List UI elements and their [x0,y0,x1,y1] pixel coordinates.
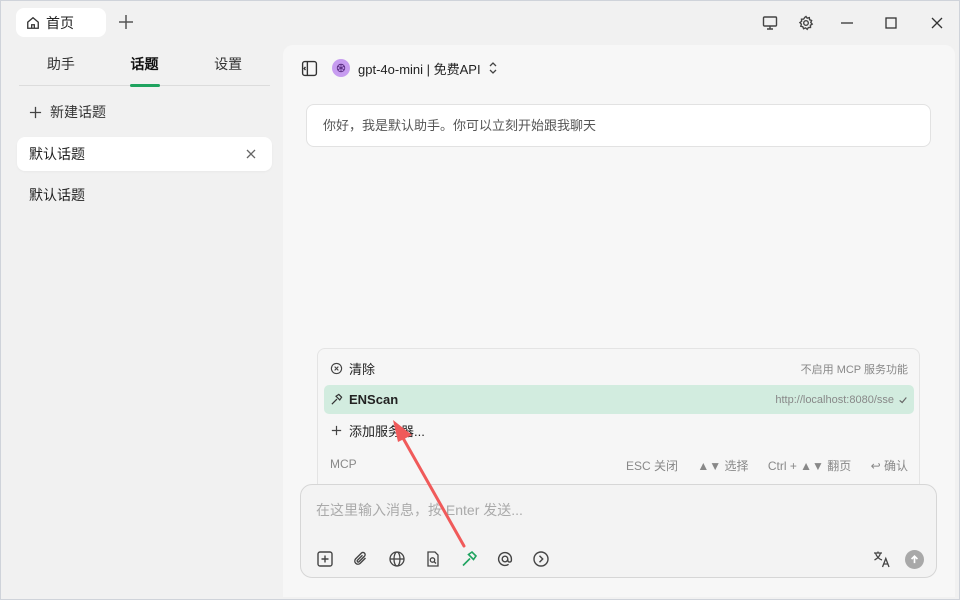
plus-icon [29,106,42,118]
hint-esc: ESC 关闭 [626,459,679,473]
close-icon [931,17,943,29]
paperclip-icon [354,551,366,565]
clear-circle-icon [330,362,343,375]
maximize-icon [885,17,897,29]
attach-button[interactable] [351,549,371,569]
add-tab-button[interactable] [116,12,136,32]
mcp-server-name: ENScan [349,392,399,407]
model-selector[interactable]: gpt-4o-mini | 免费API [358,59,481,78]
topic-label: 默认话题 [29,146,85,162]
minimize-icon [841,22,853,24]
at-icon [497,551,513,567]
chevron-updown-icon[interactable] [487,61,499,75]
tab-settings[interactable]: 设置 [186,45,270,85]
close-icon[interactable] [244,147,258,161]
file-search-icon [427,551,439,567]
monitor-icon [762,16,778,30]
home-tab-label: 首页 [46,14,74,31]
tab-assistant[interactable]: 助手 [19,45,103,85]
mcp-add-server-label: 添加服务器... [349,424,425,439]
close-window-button[interactable] [927,13,947,33]
gear-icon [798,15,814,31]
sidebar: 助手 话题 设置 新建话题 默认话题 默认话题 [1,45,283,600]
topic-item[interactable]: 默认话题 [17,178,272,212]
settings-button[interactable] [796,13,816,33]
model-logo-icon [332,59,350,77]
hammer-icon [462,550,478,567]
web-search-button[interactable] [387,549,407,569]
mcp-server-url: http://localhost:8080/sse [775,393,894,406]
maximize-button[interactable] [881,13,901,33]
send-button[interactable] [905,550,924,569]
topic-label: 默认话题 [29,187,85,203]
hint-confirm: ↩ 确认 [870,459,908,473]
home-tab[interactable]: 首页 [16,8,106,37]
sidebar-toggle-icon[interactable] [301,60,318,77]
hammer-icon [331,393,343,405]
mcp-add-server-item[interactable]: 添加服务器... [324,416,914,445]
arrow-up-icon [910,554,919,564]
app-window: 首页 助手 话题 设置 新建话题 默认话题 默认话题 gpt-4o-mini |… [0,0,960,600]
mcp-popup: 清除 不启用 MCP 服务功能 ENScan http://localhost:… [317,348,920,486]
translate-icon [874,551,890,568]
mcp-clear-label: 清除 [349,362,376,377]
input-toolbar [315,549,551,569]
plus-icon [119,15,133,29]
monitor-button[interactable] [760,13,780,33]
mcp-clear-hint: 不启用 MCP 服务功能 [800,363,908,376]
assistant-greeting: 你好，我是默认助手。你可以立刻开始跟我聊天 [306,104,931,147]
title-bar: 首页 [1,1,960,45]
mcp-clear-item[interactable]: 清除 不启用 MCP 服务功能 [324,354,914,383]
check-icon [899,396,907,403]
chat-panel: gpt-4o-mini | 免费API 你好，我是默认助手。你可以立刻开始跟我聊… [283,45,955,597]
mention-button[interactable] [495,549,515,569]
chat-header: gpt-4o-mini | 免费API [301,57,499,79]
mcp-tools-button[interactable] [459,549,479,569]
message-input[interactable]: 在这里输入消息，按 Enter 发送... [316,500,523,520]
home-icon [27,16,39,29]
mcp-server-url-wrap: http://localhost:8080/sse [775,394,908,406]
new-context-button[interactable] [315,549,335,569]
new-topic-label: 新建话题 [50,104,106,120]
new-topic-button[interactable]: 新建话题 [29,102,106,122]
chevron-right-circle-icon [533,551,549,567]
mcp-footer: MCP ESC 关闭 ▲▼ 选择 Ctrl + ▲▼ 翻页 ↩ 确认 [330,457,908,473]
knowledge-base-button[interactable] [423,549,443,569]
more-button[interactable] [531,549,551,569]
globe-icon [389,551,405,567]
minimize-button[interactable] [837,13,857,33]
plus-icon [331,425,342,436]
topic-item-active[interactable]: 默认话题 [17,137,272,171]
sidebar-tabs: 助手 话题 设置 [19,45,270,86]
hint-select: ▲▼ 选择 [697,459,749,473]
mcp-keyboard-hints: ESC 关闭 ▲▼ 选择 Ctrl + ▲▼ 翻页 ↩ 确认 [610,457,908,473]
new-context-icon [317,551,333,567]
tab-topics[interactable]: 话题 [103,45,187,85]
mcp-server-item-enscan[interactable]: ENScan http://localhost:8080/sse [324,385,914,414]
message-input-box[interactable]: 在这里输入消息，按 Enter 发送... [300,484,937,578]
mcp-footer-label: MCP [330,457,357,471]
translate-button[interactable] [872,549,892,569]
hint-page: Ctrl + ▲▼ 翻页 [767,459,852,473]
